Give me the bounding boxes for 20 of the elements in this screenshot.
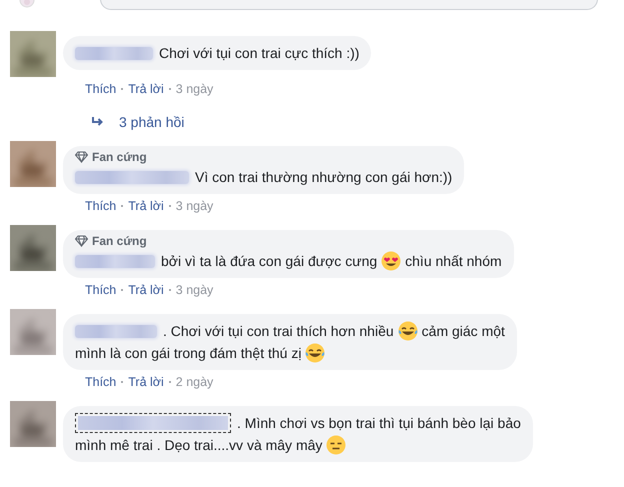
comment-text: mình mê trai . Dẹo trai....vv và mây mây bbox=[75, 436, 322, 455]
comment-text: mình là con gái trong đám thệt thú zị bbox=[75, 344, 302, 363]
reply-link[interactable]: Trả lời bbox=[128, 282, 164, 298]
comment-text: Chơi với tụi con trai cực thích :)) bbox=[159, 44, 360, 63]
like-link[interactable]: Thích bbox=[85, 282, 116, 298]
like-link[interactable]: Thích bbox=[85, 198, 116, 214]
reply-link[interactable]: Trả lời bbox=[128, 81, 164, 97]
badge-label: Fan cứng bbox=[92, 150, 147, 164]
like-link[interactable]: Thích bbox=[85, 81, 116, 97]
comment-text: chìu nhất nhóm bbox=[405, 252, 502, 271]
replies-link[interactable]: 3 phản hồi bbox=[119, 114, 184, 130]
comment-text: Vì con trai thường nhường con gái hơn:)) bbox=[195, 168, 452, 187]
reply-link[interactable]: Trả lời bbox=[128, 198, 164, 214]
comment-text: . Mình chơi vs bọn trai thì tụi bánh bèo lại bảo bbox=[237, 414, 521, 433]
comment-text: bởi vì ta là đứa con gái được cưng bbox=[161, 252, 378, 271]
badge-label: Fan cứng bbox=[92, 234, 147, 248]
reply-link[interactable]: Trả lời bbox=[128, 374, 164, 390]
comment-text: cảm giác một bbox=[422, 322, 505, 341]
comment-text: . Chơi với tụi con trai thích hơn nhiều bbox=[163, 322, 394, 341]
like-link[interactable]: Thích bbox=[85, 374, 116, 390]
